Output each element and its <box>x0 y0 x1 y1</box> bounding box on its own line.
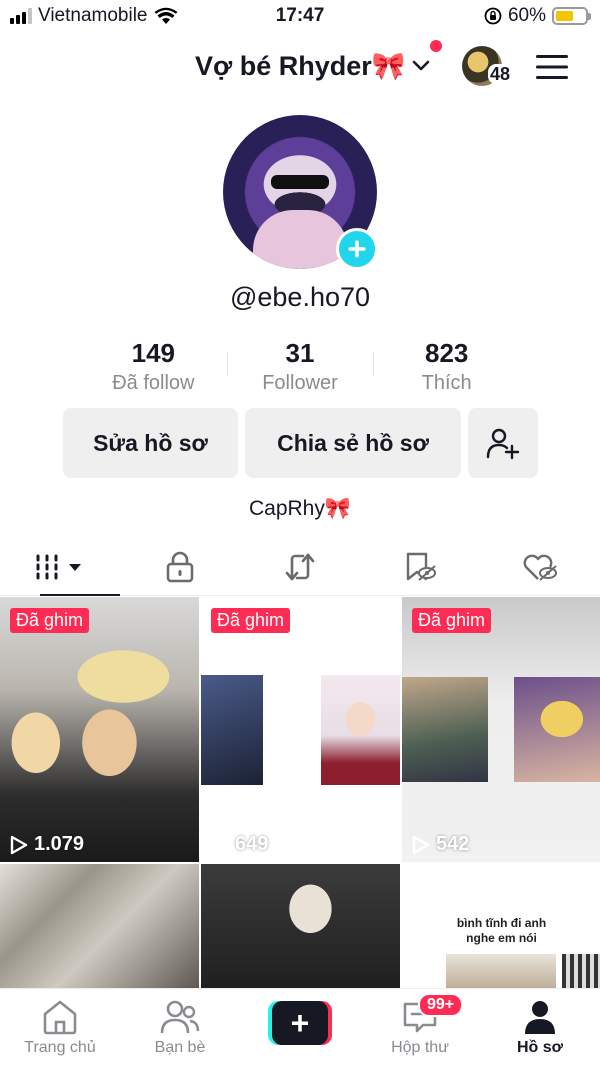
view-count: 1.079 <box>10 833 84 856</box>
followers-count: 31 <box>285 338 315 368</box>
avatar-glasses-shape <box>271 175 329 189</box>
video-tile[interactable]: bình tĩnh đi anh nghe em nói <box>402 864 600 992</box>
nav-profile-label: Hồ sơ <box>516 1039 564 1056</box>
account-switcher[interactable]: Vợ bé Rhyder🎀 <box>195 50 431 82</box>
stat-followers[interactable]: 31 Follower <box>226 338 374 398</box>
play-icon <box>10 835 28 854</box>
tab-private[interactable] <box>120 538 240 595</box>
pinned-badge: Đã ghim <box>412 608 492 633</box>
add-user-icon <box>486 428 520 460</box>
followers-label: Follower <box>262 372 338 394</box>
view-count-value: 649 <box>235 833 269 855</box>
liked-hidden-icon <box>523 554 557 581</box>
nav-friends[interactable]: Bạn bè <box>120 989 240 1067</box>
likes-count: 823 <box>424 338 469 368</box>
view-count-value: 1.079 <box>34 833 85 855</box>
bottom-navigation: Trang chủ Bạn bè + Hộp thư 99+ Hồ sơ <box>0 988 600 1067</box>
profile-header: Vợ bé Rhyder🎀 48 <box>0 40 600 96</box>
nav-profile[interactable]: Hồ sơ <box>480 989 600 1067</box>
thumbnail-caption: bình tĩnh đi anh nghe em nói <box>402 916 600 946</box>
chevron-down-icon <box>413 60 430 71</box>
share-profile-button[interactable]: Chia sẻ hồ sơ <box>245 408 461 478</box>
stat-following[interactable]: 149 Đã follow <box>80 338 227 398</box>
nav-friends-label: Bạn bè <box>154 1039 206 1056</box>
thumbnail-photo-right <box>562 954 600 992</box>
home-icon <box>43 1000 77 1035</box>
view-count: 542 <box>412 833 469 856</box>
battery-icon <box>552 7 591 25</box>
tab-reposts[interactable] <box>240 538 360 595</box>
view-count: 649 <box>211 833 268 856</box>
likes-label: Thích <box>421 372 472 394</box>
tab-videos[interactable] <box>0 538 120 596</box>
stat-likes[interactable]: 823 Thích <box>373 338 520 398</box>
content-tabs <box>0 538 600 596</box>
add-friend-button[interactable] <box>468 408 538 478</box>
thumbnail-photo-right <box>514 677 600 782</box>
battery-fill <box>556 11 573 21</box>
username: Vợ bé Rhyder🎀 <box>195 51 406 81</box>
video-tile[interactable]: Đã ghim 649 <box>201 597 400 862</box>
pinned-badge: Đã ghim <box>211 608 291 633</box>
nav-inbox-label: Hộp thư <box>391 1039 449 1056</box>
friends-icon <box>160 1000 200 1034</box>
lock-icon <box>166 551 194 582</box>
video-tile[interactable]: Đã ghim 1.079 <box>0 597 199 862</box>
saved-hidden-icon <box>406 552 436 581</box>
video-tile[interactable]: Đã ghim 542 <box>402 597 600 862</box>
edit-profile-button[interactable]: Sửa hồ sơ <box>63 408 238 478</box>
nav-home[interactable]: Trang chủ <box>0 989 120 1067</box>
view-count-value: 542 <box>436 833 470 855</box>
thumbnail-photo-left <box>446 954 556 992</box>
plus-icon: + <box>272 1001 328 1045</box>
thumbnail-photo-left <box>201 675 263 785</box>
nav-home-label: Trang chủ <box>24 1039 96 1056</box>
profile-icon <box>525 1001 555 1034</box>
add-photo-plus-icon[interactable] <box>336 228 378 270</box>
play-icon <box>412 835 430 854</box>
thumbnail-caption-line: bình tĩnh đi anh <box>456 916 547 930</box>
create-button[interactable]: + <box>268 1001 332 1045</box>
video-tile[interactable] <box>201 864 400 992</box>
profile-stats: 149 Đã follow 31 Follower 823 Thích <box>80 338 520 398</box>
thumbnail-photo-right <box>321 675 400 785</box>
friends-count: 48 <box>488 64 513 84</box>
avatar-shirt-shape <box>253 210 348 269</box>
videos-grid-icon <box>36 554 81 579</box>
pinned-badge: Đã ghim <box>10 608 90 633</box>
status-right: 60% <box>484 5 591 27</box>
thumbnail-caption-line: nghe em nói <box>466 931 537 945</box>
inbox-badge: 99+ <box>418 993 464 1017</box>
profile-handle: @ebe.ho70 <box>229 282 371 312</box>
status-bar: Vietnamobile 17:47 60% <box>0 0 600 34</box>
video-grid: Đã ghim 1.079 Đã ghim 649 Đã ghim 542 bì… <box>0 597 600 992</box>
following-label: Đã follow <box>112 372 195 394</box>
thumbnail-photo-left <box>402 677 488 782</box>
hamburger-icon[interactable] <box>535 54 569 80</box>
tab-saved[interactable] <box>360 538 480 595</box>
following-count: 149 <box>131 338 176 368</box>
profile-bio: CapRhy🎀 <box>248 497 352 520</box>
play-icon <box>211 835 229 854</box>
repost-icon <box>285 553 315 580</box>
notification-dot <box>430 40 442 52</box>
tab-liked[interactable] <box>480 538 600 595</box>
battery-percent: 60% <box>507 5 546 26</box>
orientation-lock-icon <box>484 7 502 25</box>
video-tile[interactable] <box>0 864 199 992</box>
